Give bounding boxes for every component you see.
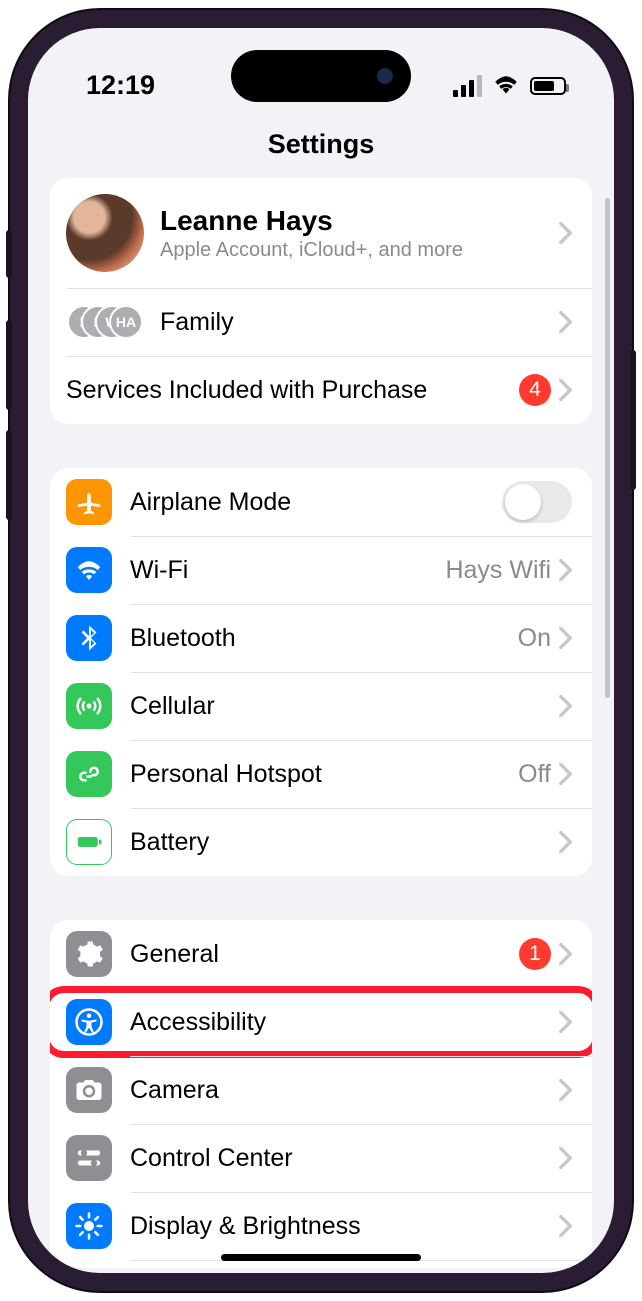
cellular-label: Cellular [130,692,559,721]
hotspot-row[interactable]: Personal Hotspot Off [50,740,592,808]
hotspot-value: Off [518,760,551,789]
chevron-right-icon [559,763,572,785]
chevron-right-icon [559,1011,572,1033]
general-label: General [130,940,519,969]
airplane-toggle[interactable] [502,481,572,523]
sliders-icon [66,1135,112,1181]
page-title: Settings [28,123,614,178]
airplane-mode-row[interactable]: Airplane Mode [50,468,592,536]
accessibility-row[interactable]: Accessibility [50,988,592,1056]
chevron-right-icon [559,1215,572,1237]
home-screen-row[interactable]: Home Screen & App Library [50,1260,592,1268]
hotspot-icon [66,751,112,797]
airplane-icon [66,479,112,525]
bluetooth-label: Bluetooth [130,624,518,653]
apple-account-row[interactable]: Leanne Hays Apple Account, iCloud+, and … [50,178,592,288]
chevron-right-icon [559,627,572,649]
account-subtitle: Apple Account, iCloud+, and more [160,239,559,262]
airplane-label: Airplane Mode [130,488,502,517]
chevron-right-icon [559,1079,572,1101]
battery-row[interactable]: Battery [50,808,592,876]
account-group: Leanne Hays Apple Account, iCloud+, and … [50,178,592,424]
chevron-right-icon [559,1147,572,1169]
wifi-icon [492,70,520,101]
connectivity-group: Airplane Mode Wi-Fi Hays Wifi Bluetooth [50,468,592,876]
battery-label: Battery [130,828,559,857]
settings-content: Leanne Hays Apple Account, iCloud+, and … [28,178,614,1268]
general-row[interactable]: General 1 [50,920,592,988]
services-label: Services Included with Purchase [66,376,519,405]
wifi-icon [66,547,112,593]
chevron-right-icon [559,379,572,401]
chevron-right-icon [559,559,572,581]
account-name: Leanne Hays [160,205,559,237]
control-center-row[interactable]: Control Center [50,1124,592,1192]
bluetooth-row[interactable]: Bluetooth On [50,604,592,672]
wifi-label: Wi-Fi [130,556,445,585]
family-row[interactable]: F F W HA Family [50,288,592,356]
avatar [66,194,144,272]
bluetooth-value: On [518,624,551,653]
gear-icon [66,931,112,977]
chevron-right-icon [559,831,572,853]
services-badge: 4 [519,374,551,406]
power-button [630,350,636,490]
chevron-right-icon [559,311,572,333]
general-badge: 1 [519,938,551,970]
volume-down-button [6,430,12,520]
status-time: 12:19 [86,70,155,101]
chevron-right-icon [559,222,572,244]
wifi-row[interactable]: Wi-Fi Hays Wifi [50,536,592,604]
side-button [6,230,12,278]
battery-icon [530,77,566,95]
bluetooth-icon [66,615,112,661]
hotspot-label: Personal Hotspot [130,760,518,789]
camera-label: Camera [130,1076,559,1105]
camera-icon [66,1067,112,1113]
control-center-label: Control Center [130,1144,559,1173]
home-indicator[interactable] [221,1254,421,1261]
battery-icon [66,819,112,865]
family-label: Family [160,308,559,337]
chevron-right-icon [559,695,572,717]
screen: 12:19 Settings Leann [28,28,614,1273]
accessibility-label: Accessibility [130,1008,559,1037]
system-group: General 1 Accessibility Camera [50,920,592,1268]
cellular-signal-icon [453,75,482,97]
display-label: Display & Brightness [130,1212,559,1241]
cellular-row[interactable]: Cellular [50,672,592,740]
volume-up-button [6,320,12,410]
wifi-value: Hays Wifi [445,556,551,585]
brightness-icon [66,1203,112,1249]
accessibility-icon [66,999,112,1045]
phone-frame: 12:19 Settings Leann [10,10,632,1291]
cellular-icon [66,683,112,729]
family-avatars: F F W HA [66,305,144,339]
dynamic-island [231,50,411,102]
display-row[interactable]: Display & Brightness [50,1192,592,1260]
services-row[interactable]: Services Included with Purchase 4 [50,356,592,424]
chevron-right-icon [559,943,572,965]
camera-row[interactable]: Camera [50,1056,592,1124]
